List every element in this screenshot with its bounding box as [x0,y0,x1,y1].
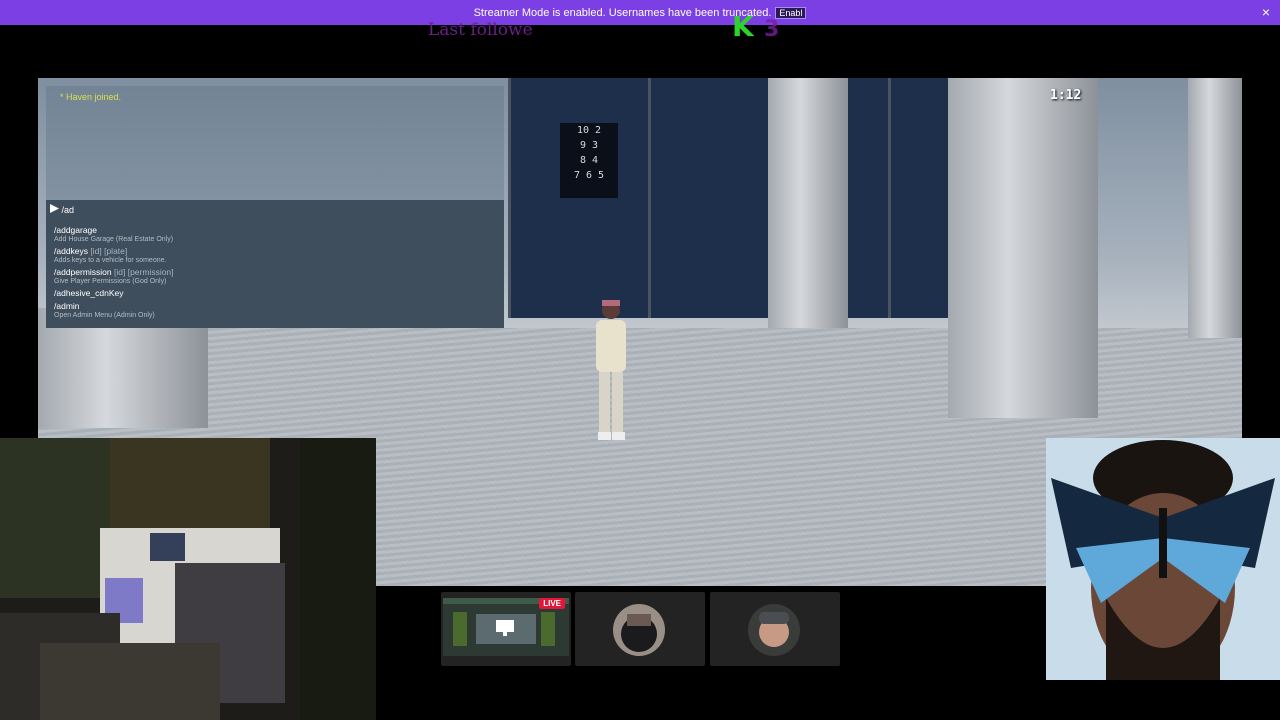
glass-wall [508,78,1018,318]
stream-thumbnail[interactable] [710,592,840,666]
last-follower-label: Last followe [428,20,533,40]
live-badge: LIVE [539,598,565,609]
command-item[interactable]: /addpermission [id] [permission] Give Pl… [54,267,174,285]
command-name: /admin [54,301,80,311]
command-list: /addgarage Add House Garage (Real Estate… [54,222,174,319]
pillar [768,78,848,328]
svg-text:3: 3 [764,17,779,42]
command-args: [id] [plate] [88,246,128,256]
banner-text: Streamer Mode is enabled. Usernames have… [473,6,772,19]
pillar [948,78,1098,418]
play-arrow-icon [50,204,59,213]
command-item[interactable]: /addgarage Add House Garage (Real Estate… [54,225,174,243]
command-name: /addkeys [54,246,89,256]
wall-clock: 10 2 9 3 8 4 7 6 5 [560,123,618,198]
avatar [748,604,800,656]
close-icon[interactable]: × [1262,4,1270,20]
webcam-right [1046,438,1280,680]
player-character [596,300,626,440]
command-description: Give Player Permissions (God Only) [54,278,167,285]
command-item[interactable]: /adhesive_cdnKey [54,288,174,298]
command-item[interactable]: /addkeys [id] [plate] Adds keys to a veh… [54,246,174,264]
chat-message: * Haven joined. [60,92,122,102]
webcam-left [0,438,376,720]
command-description: Add House Garage (Real Estate Only) [54,236,174,243]
command-name: /adhesive_cdnKey [54,288,124,298]
chat-log: * Haven joined. [46,86,504,201]
command-name: /addgarage [54,225,98,235]
portrait-image [1046,438,1280,680]
hud-timer: 1:12 [1050,88,1082,103]
stream-thumbnail[interactable] [575,592,705,666]
command-name: /addpermission [54,267,112,277]
chat-input-text: /ad [61,205,75,215]
webcam-left-image [0,438,376,720]
monitor-icon [496,620,514,632]
pillar [1188,78,1242,338]
command-args: [id] [permission] [111,267,174,277]
command-suggestions-panel: /ad /addgarage Add House Garage (Real Es… [46,200,504,328]
stream-thumbnail-live[interactable]: LIVE [441,592,571,666]
logo-letter: K [732,10,755,42]
avatar [613,604,665,656]
command-description: Adds keys to a vehicle for someone. [54,257,167,264]
command-item[interactable]: /admin Open Admin Menu (Admin Only) [54,301,174,319]
streamer-mode-banner: Streamer Mode is enabled. Usernames have… [0,0,1280,25]
chat-input[interactable]: /ad [50,204,74,215]
command-description: Open Admin Menu (Admin Only) [54,312,155,319]
channel-logo: K 3 [732,10,779,42]
